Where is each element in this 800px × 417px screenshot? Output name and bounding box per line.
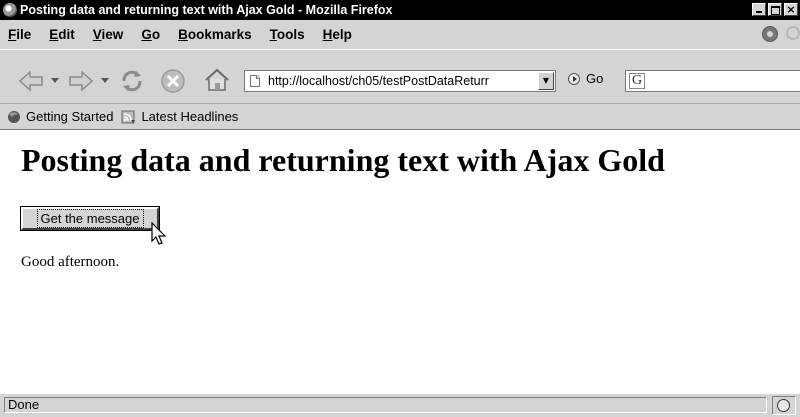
menu-bookmarks-accel: B xyxy=(178,26,188,42)
go-label: Go xyxy=(586,71,604,86)
back-dropdown-icon[interactable] xyxy=(51,78,59,84)
browser-window: Posting data and returning text with Aja… xyxy=(0,0,800,417)
bookmark-label: Latest Headlines xyxy=(141,109,239,124)
navigation-toolbar: http://localhost/ch05/testPostDataReturr… xyxy=(0,49,800,102)
rss-feed-icon xyxy=(121,110,136,123)
status-bar: Done xyxy=(0,393,800,417)
back-arrow-icon[interactable] xyxy=(18,70,46,92)
mouse-cursor-icon xyxy=(151,222,167,245)
go-arrow-icon xyxy=(568,72,580,85)
security-status-icon[interactable] xyxy=(777,399,790,412)
get-message-button-label: Get the message xyxy=(36,209,144,228)
forward-arrow-icon[interactable] xyxy=(66,70,94,92)
menu-help-label: elp xyxy=(332,26,352,42)
menu-file-label: ile xyxy=(16,26,32,42)
firefox-app-icon[interactable] xyxy=(3,3,17,17)
menu-bookmarks-label: ookmarks xyxy=(187,26,252,42)
menu-tools-label: ools xyxy=(276,26,305,42)
menu-edit-accel: E xyxy=(49,26,59,42)
close-button[interactable]: × xyxy=(784,3,798,16)
message-text: Good afternoon. xyxy=(21,254,120,270)
reload-icon[interactable] xyxy=(118,67,146,95)
get-message-button[interactable]: Get the message xyxy=(21,207,159,230)
address-dropdown-button[interactable]: ▼ xyxy=(538,72,554,90)
forward-dropdown-icon[interactable] xyxy=(101,78,109,84)
status-text: Done xyxy=(4,397,767,413)
page-icon xyxy=(250,75,260,87)
menu-view[interactable]: View xyxy=(93,27,124,42)
title-bar: Posting data and returning text with Aja… xyxy=(0,0,800,20)
minimize-button[interactable] xyxy=(752,3,766,16)
menu-bookmarks[interactable]: Bookmarks xyxy=(178,27,252,42)
menu-help[interactable]: Help xyxy=(323,27,352,42)
bookmarks-toolbar: Getting Started Latest Headlines xyxy=(0,103,800,129)
stop-icon[interactable] xyxy=(160,68,186,94)
menu-help-accel: H xyxy=(322,26,333,42)
menu-go-label: o xyxy=(151,26,161,42)
home-icon[interactable] xyxy=(203,66,231,94)
address-bar[interactable]: http://localhost/ch05/testPostDataReturr… xyxy=(244,70,556,92)
go-button[interactable]: Go xyxy=(568,71,603,86)
status-icon-panel xyxy=(772,396,796,415)
search-box[interactable]: G xyxy=(625,70,800,92)
address-url[interactable]: http://localhost/ch05/testPostDataReturr xyxy=(268,74,540,88)
menu-edit[interactable]: Edit xyxy=(49,27,75,42)
menu-go-accel: G xyxy=(141,26,152,42)
firefox-icon xyxy=(8,110,20,123)
window-controls: × xyxy=(752,3,798,16)
window-title: Posting data and returning text with Aja… xyxy=(20,3,393,17)
bookmark-latest-headlines[interactable]: Latest Headlines xyxy=(121,109,238,124)
throbber-partial-icon xyxy=(786,26,800,40)
menu-view-accel: V xyxy=(92,26,102,42)
bookmark-label: Getting Started xyxy=(26,109,114,124)
menu-view-label: iew xyxy=(101,26,124,42)
menu-edit-label: dit xyxy=(58,26,75,42)
menu-bar: File Edit View Go Bookmarks Tools Help xyxy=(0,21,800,47)
bookmark-getting-started[interactable]: Getting Started xyxy=(6,109,113,124)
menu-go[interactable]: Go xyxy=(141,27,160,42)
page-heading: Posting data and returning text with Aja… xyxy=(21,142,665,178)
maximize-button[interactable] xyxy=(768,3,782,16)
menu-file[interactable]: File xyxy=(8,27,31,42)
menu-tools[interactable]: Tools xyxy=(270,27,305,42)
menu-file-accel: F xyxy=(8,26,17,42)
activity-throbber-icon xyxy=(762,26,778,42)
page-content: Posting data and returning text with Aja… xyxy=(0,129,800,393)
search-engine-icon[interactable]: G xyxy=(629,73,645,89)
menu-tools-accel: T xyxy=(269,26,277,42)
